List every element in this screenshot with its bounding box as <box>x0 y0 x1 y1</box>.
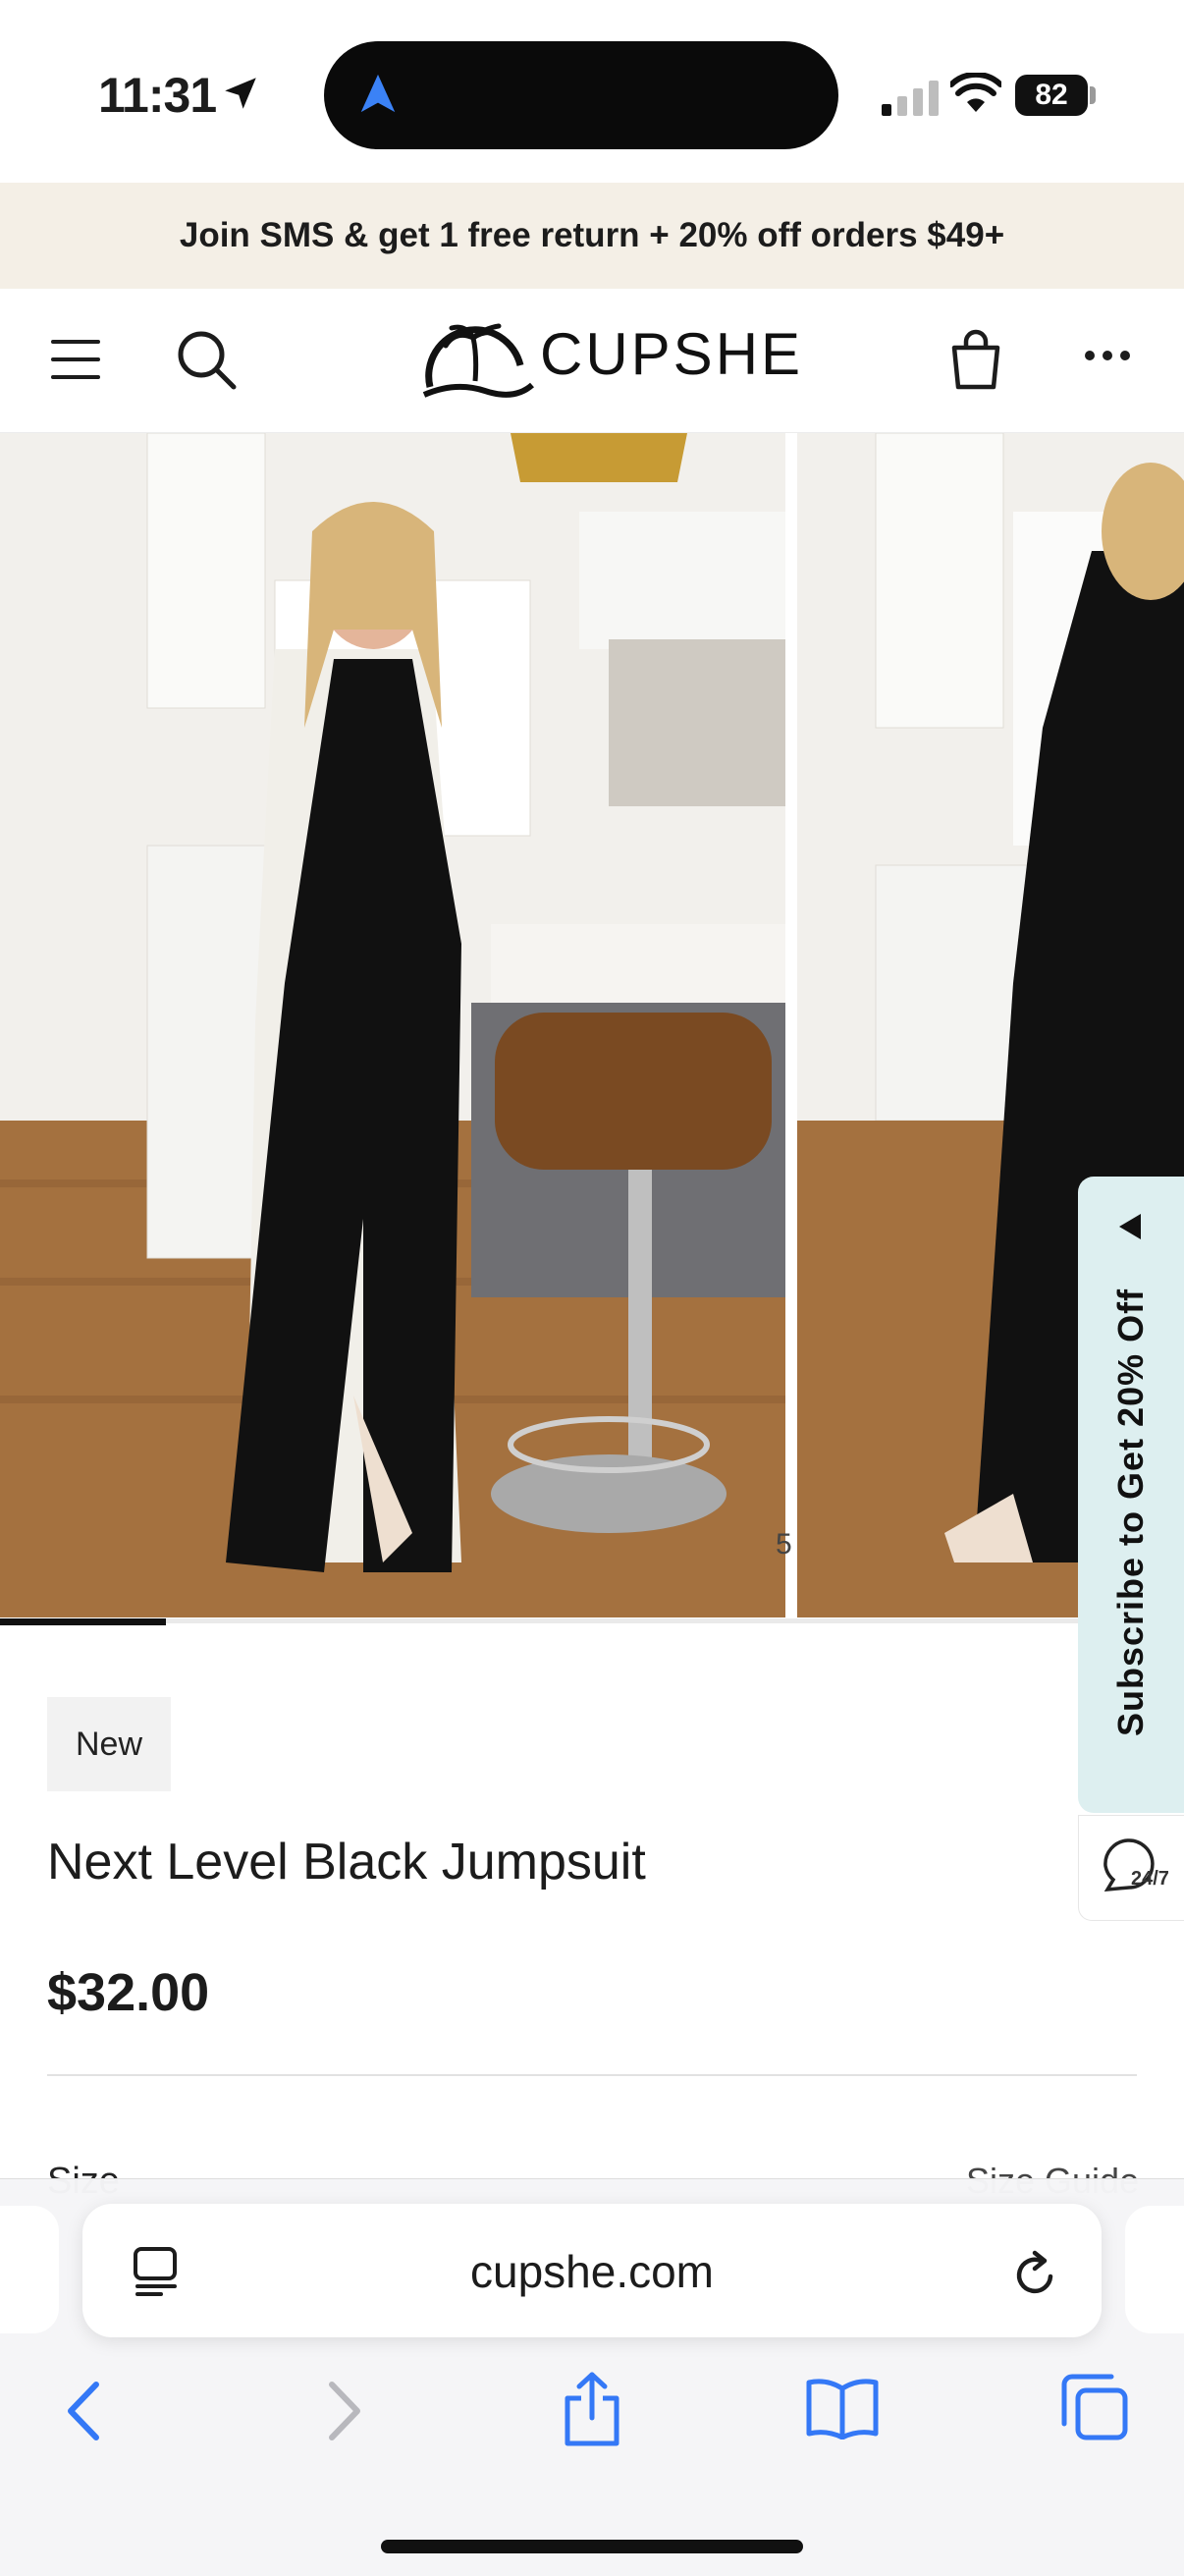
new-badge: New <box>47 1697 171 1791</box>
product-title: Next Level Black Jumpsuit <box>47 1834 646 1891</box>
gallery-progress-track <box>0 1618 1184 1623</box>
gallery-progress <box>0 1618 166 1625</box>
brand-name[interactable]: CUPSHE <box>540 320 803 388</box>
subscribe-text: Subscribe to Get 20% Off <box>1110 1288 1151 1737</box>
product-gallery[interactable] <box>0 433 1184 1623</box>
product-price: $32.00 <box>47 1963 210 2022</box>
more-icon[interactable] <box>1084 350 1131 361</box>
reload-icon[interactable] <box>1011 2249 1060 2300</box>
cupshe-logo[interactable] <box>416 316 534 405</box>
product-photo-front[interactable] <box>0 433 785 1617</box>
wifi-icon <box>950 73 1001 112</box>
share-icon[interactable] <box>560 2371 624 2447</box>
status-time: 11:31 <box>98 68 217 123</box>
url-text[interactable]: cupshe.com <box>82 2245 1102 2298</box>
forward-icon[interactable] <box>324 2381 363 2441</box>
promo-text: Join SMS & get 1 free return + 20% off o… <box>179 216 1005 254</box>
gallery-index: 5 <box>776 1528 792 1561</box>
tabs-icon[interactable] <box>1060 2373 1129 2441</box>
next-tab-preview[interactable] <box>1125 2206 1184 2333</box>
cellular-signal-icon <box>882 81 939 116</box>
back-icon[interactable] <box>65 2381 104 2441</box>
battery-cap <box>1090 86 1096 104</box>
bookmarks-icon[interactable] <box>805 2377 880 2439</box>
home-indicator <box>381 2540 803 2553</box>
previous-tab-preview[interactable] <box>0 2206 59 2333</box>
navigation-arrow-icon <box>360 74 396 113</box>
menu-icon[interactable] <box>49 336 104 383</box>
support-label: 24/7 <box>1131 1868 1169 1890</box>
battery-level: 82 <box>1035 79 1068 111</box>
location-arrow-icon <box>225 78 256 109</box>
promo-banner[interactable]: Join SMS & get 1 free return + 20% off o… <box>0 183 1184 289</box>
shopping-bag-icon[interactable] <box>948 328 1003 391</box>
dynamic-island <box>324 41 838 149</box>
battery-icon: 82 <box>1015 75 1088 116</box>
section-divider <box>47 2074 1137 2076</box>
search-icon[interactable] <box>175 328 238 391</box>
